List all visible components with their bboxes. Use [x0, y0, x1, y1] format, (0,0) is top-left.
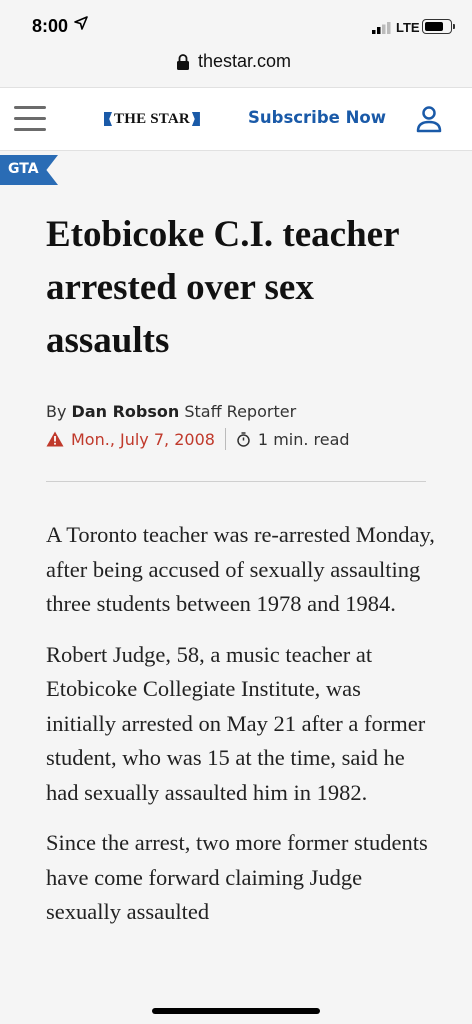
site-logo[interactable]: THE STAR: [104, 108, 200, 130]
browser-address-bar[interactable]: thestar.com: [0, 44, 472, 86]
battery-icon: [422, 19, 455, 34]
logo-right-flag: [191, 112, 200, 126]
status-time: 8:00: [32, 16, 69, 36]
address-domain[interactable]: thestar.com: [198, 51, 291, 72]
article-body: A Toronto teacher was re-arrested Monday…: [46, 518, 436, 946]
lock-icon: [177, 54, 189, 70]
divider: [46, 481, 426, 482]
article-paragraph: Robert Judge, 58, a music teacher at Eto…: [46, 641, 426, 805]
byline-prefix: By: [46, 402, 72, 421]
author-name[interactable]: Dan Robson: [72, 402, 180, 421]
logo-left-flag: [104, 112, 112, 126]
logo-text: THE STAR: [114, 110, 190, 127]
section-tag-label[interactable]: GTA: [8, 161, 39, 177]
stopwatch-icon: [237, 431, 250, 447]
author-role: Staff Reporter: [179, 402, 297, 421]
network-type: LTE: [396, 20, 420, 35]
hamburger-menu-icon[interactable]: [14, 106, 46, 132]
status-bar: 8:00 LTE: [0, 0, 472, 44]
article-meta: Mon., July 7, 2008 1 min. read: [46, 428, 350, 450]
home-indicator[interactable]: [152, 1008, 320, 1014]
byline: By Dan Robson Staff Reporter: [46, 402, 296, 421]
read-time: 1 min. read: [257, 429, 350, 449]
article-headline: Etobicoke C.I. teacher arrested over sex…: [46, 214, 399, 361]
article-paragraph: A Toronto teacher was re-arrested Monday…: [46, 522, 435, 616]
site-header: THE STAR Subscribe Now: [0, 87, 472, 151]
signal-bars-icon: [372, 22, 391, 34]
publish-date: Mon., July 7, 2008: [71, 429, 215, 449]
battery-nub: [453, 24, 455, 29]
article-paragraph: Since the arrest, two more former studen…: [46, 830, 428, 924]
location-arrow-icon: [74, 16, 88, 30]
warning-triangle-icon: [46, 431, 64, 447]
meta-separator: [224, 428, 226, 450]
user-account-icon[interactable]: [416, 104, 442, 134]
subscribe-button[interactable]: Subscribe Now: [248, 108, 386, 127]
section-tag[interactable]: GTA: [0, 155, 58, 185]
battery-level: [425, 22, 443, 31]
